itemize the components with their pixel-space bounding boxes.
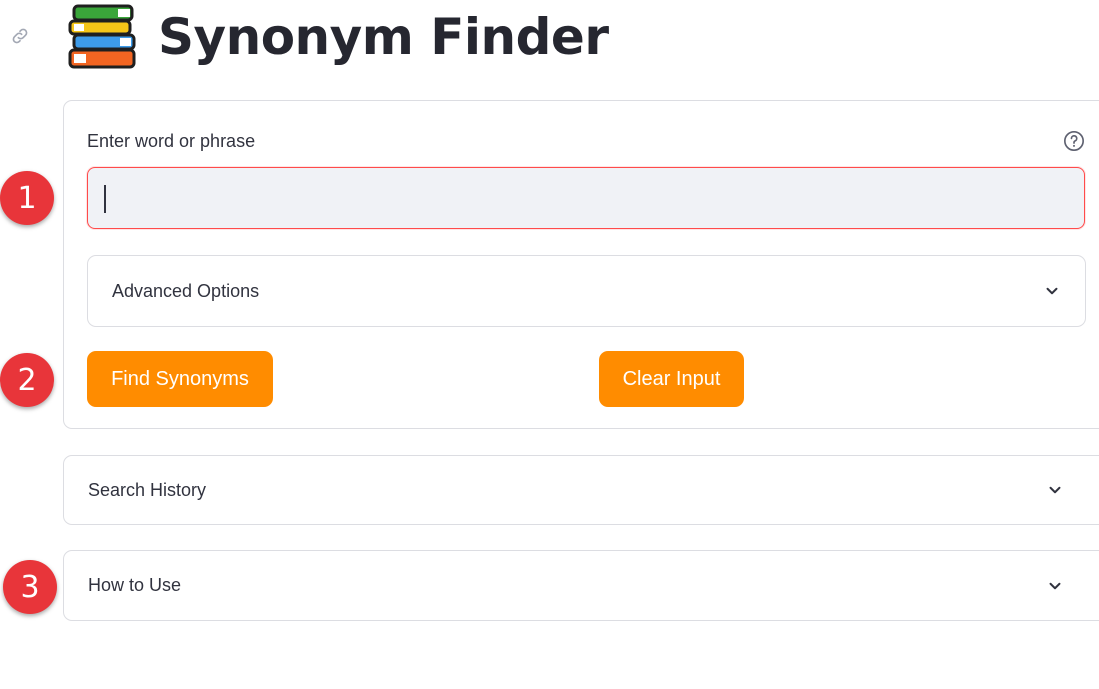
how-to-use-expander[interactable]: How to Use bbox=[63, 550, 1099, 621]
annotation-marker-2: 2 bbox=[0, 353, 54, 407]
text-caret bbox=[104, 185, 106, 213]
page: Synonym Finder Enter word or phrase Adva… bbox=[0, 0, 1099, 689]
chevron-down-icon bbox=[1049, 582, 1061, 589]
word-phrase-input[interactable] bbox=[87, 167, 1085, 229]
annotation-marker-1: 1 bbox=[0, 171, 54, 225]
how-to-use-label: How to Use bbox=[88, 575, 182, 595]
search-history-label: Search History bbox=[88, 479, 207, 500]
question-circle-icon[interactable] bbox=[1063, 130, 1085, 152]
input-label: Enter word or phrase bbox=[87, 131, 256, 151]
find-synonyms-button[interactable]: Find Synonyms bbox=[87, 351, 273, 407]
annotation-marker-3: 3 bbox=[3, 560, 57, 614]
link-icon[interactable] bbox=[10, 26, 30, 46]
chevron-down-icon bbox=[1049, 486, 1061, 494]
clear-input-button[interactable]: Clear Input bbox=[599, 351, 744, 407]
page-title: Synonym Finder bbox=[158, 8, 609, 66]
advanced-options-label: Advanced Options bbox=[112, 280, 260, 301]
advanced-options-expander[interactable]: Advanced Options bbox=[87, 255, 1086, 327]
input-form-card: Enter word or phrase Advanced Options Fi… bbox=[63, 100, 1099, 429]
chevron-down-icon bbox=[1046, 287, 1058, 295]
title-row: Synonym Finder bbox=[68, 2, 609, 72]
books-icon bbox=[68, 4, 136, 69]
search-history-expander[interactable]: Search History bbox=[63, 455, 1099, 525]
